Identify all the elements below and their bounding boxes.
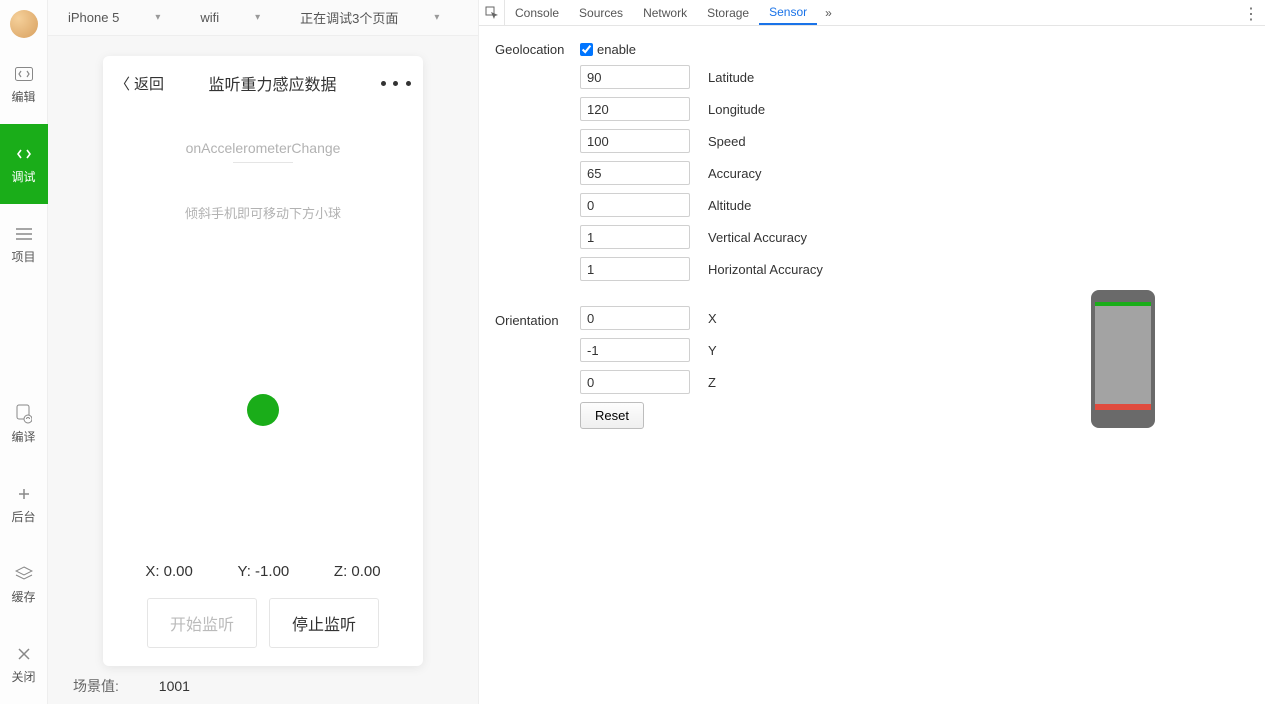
layers-icon	[14, 564, 34, 584]
tab-sensor[interactable]: Sensor	[759, 0, 817, 25]
orientation-y-input[interactable]	[580, 338, 690, 362]
sidebar-item-edit[interactable]: 编辑	[0, 44, 48, 124]
background-icon	[14, 484, 34, 504]
device-select[interactable]: iPhone 5 ▾	[68, 10, 160, 25]
field-label: Longitude	[708, 102, 765, 117]
orientation-device-preview[interactable]	[1091, 290, 1155, 428]
geolocation-label: Geolocation	[495, 42, 580, 57]
button-row: 开始监听 停止监听	[103, 598, 423, 648]
reset-button[interactable]: Reset	[580, 402, 644, 429]
latitude-input[interactable]	[580, 65, 690, 89]
phone-frame: 〈 返回 监听重力感应数据 onAccelerometerChange 倾斜手机…	[103, 56, 423, 666]
scene-value-row: 场景值: 1001	[73, 676, 190, 696]
sidebar-item-label: 编译	[11, 428, 35, 445]
orientation-x-input[interactable]	[580, 306, 690, 330]
simulator-area: 〈 返回 监听重力感应数据 onAccelerometerChange 倾斜手机…	[48, 36, 478, 704]
tab-console[interactable]: Console	[505, 0, 569, 25]
devtools-toolbar: Console Sources Network Storage Sensor »…	[479, 0, 1265, 26]
phone-nav-bar: 〈 返回 监听重力感应数据	[103, 56, 423, 100]
device-preview-home	[1095, 410, 1151, 424]
back-button[interactable]: 〈 返回	[115, 73, 164, 94]
sidebar-item-label: 调试	[11, 168, 35, 185]
sidebar-item-project[interactable]: 项目	[0, 204, 48, 284]
debug-icon	[14, 144, 34, 164]
sidebar-item-debug[interactable]: 调试	[0, 124, 48, 204]
code-icon	[14, 64, 34, 84]
left-sidebar: 编辑 调试 项目 编译 后台 缓存 关闭	[0, 0, 48, 704]
chevron-down-icon: ▾	[255, 12, 260, 23]
sidebar-item-cache[interactable]: 缓存	[0, 544, 48, 624]
enable-checkbox[interactable]	[580, 43, 593, 56]
longitude-input[interactable]	[580, 97, 690, 121]
tab-network[interactable]: Network	[633, 0, 697, 25]
network-select[interactable]: wifi ▾	[200, 10, 260, 25]
divider	[233, 162, 293, 163]
scene-label: 场景值:	[73, 678, 119, 694]
reading-z: Z: 0.00	[334, 563, 381, 580]
chevron-down-icon: ▾	[155, 12, 160, 23]
horizontal-accuracy-input[interactable]	[580, 257, 690, 281]
sidebar-item-label: 项目	[11, 248, 35, 265]
chevron-left-icon: 〈	[115, 73, 130, 94]
inspect-element-button[interactable]	[479, 0, 505, 26]
sidebar-item-label: 编辑	[11, 88, 35, 105]
sidebar-item-compile[interactable]: 编译	[0, 384, 48, 464]
field-label: Horizontal Accuracy	[708, 262, 823, 277]
page-title: 监听重力感应数据	[209, 71, 337, 95]
sidebar-item-background[interactable]: 后台	[0, 464, 48, 544]
tab-sources[interactable]: Sources	[569, 0, 633, 25]
speed-input[interactable]	[580, 129, 690, 153]
close-icon	[14, 644, 34, 664]
field-label: Speed	[708, 134, 746, 149]
sidebar-item-label: 缓存	[11, 588, 35, 605]
api-name-block: onAccelerometerChange	[103, 140, 423, 163]
geolocation-fields: Latitude Longitude Speed Accuracy Altitu…	[580, 65, 1249, 281]
avatar[interactable]	[10, 10, 38, 38]
sidebar-item-label: 后台	[11, 508, 35, 525]
enable-label: enable	[597, 42, 636, 57]
network-select-label: wifi	[200, 10, 219, 25]
reading-y: Y: -1.00	[238, 563, 290, 580]
debug-status-label: 正在调试3个页面	[300, 8, 398, 27]
tab-storage[interactable]: Storage	[697, 0, 759, 25]
start-listen-button[interactable]: 开始监听	[147, 598, 257, 648]
device-select-label: iPhone 5	[68, 10, 119, 25]
enable-checkbox-wrap[interactable]: enable	[580, 42, 636, 57]
field-label: Accuracy	[708, 166, 761, 181]
device-preview-screen	[1095, 306, 1151, 404]
accuracy-input[interactable]	[580, 161, 690, 185]
field-label: Vertical Accuracy	[708, 230, 807, 245]
field-label: X	[708, 311, 717, 326]
back-label: 返回	[134, 73, 164, 94]
more-button[interactable]	[381, 81, 411, 86]
tabs-overflow-button[interactable]: »	[817, 6, 840, 20]
list-icon	[14, 224, 34, 244]
sidebar-item-label: 关闭	[11, 668, 35, 685]
sidebar-item-close[interactable]: 关闭	[0, 624, 48, 704]
ball-area	[103, 222, 423, 563]
hint-text: 倾斜手机即可移动下方小球	[103, 203, 423, 222]
vertical-accuracy-input[interactable]	[580, 225, 690, 249]
field-label: Z	[708, 375, 716, 390]
compile-icon	[14, 404, 34, 424]
accel-readings: X: 0.00 Y: -1.00 Z: 0.00	[103, 563, 423, 580]
field-label: Latitude	[708, 70, 754, 85]
chevron-down-icon: ▾	[434, 12, 439, 23]
orientation-z-input[interactable]	[580, 370, 690, 394]
field-label: Y	[708, 343, 717, 358]
field-label: Altitude	[708, 198, 751, 213]
scene-value: 1001	[159, 678, 190, 694]
debug-status-select[interactable]: 正在调试3个页面 ▾	[300, 8, 439, 27]
orientation-label: Orientation	[495, 313, 580, 328]
altitude-input[interactable]	[580, 193, 690, 217]
reading-x: X: 0.00	[145, 563, 193, 580]
devtools-panel: Console Sources Network Storage Sensor »…	[478, 0, 1265, 704]
stop-listen-button[interactable]: 停止监听	[269, 598, 379, 648]
devtools-menu-button[interactable]: ⋮	[1243, 4, 1259, 24]
ball	[247, 394, 279, 426]
api-name: onAccelerometerChange	[103, 140, 423, 156]
